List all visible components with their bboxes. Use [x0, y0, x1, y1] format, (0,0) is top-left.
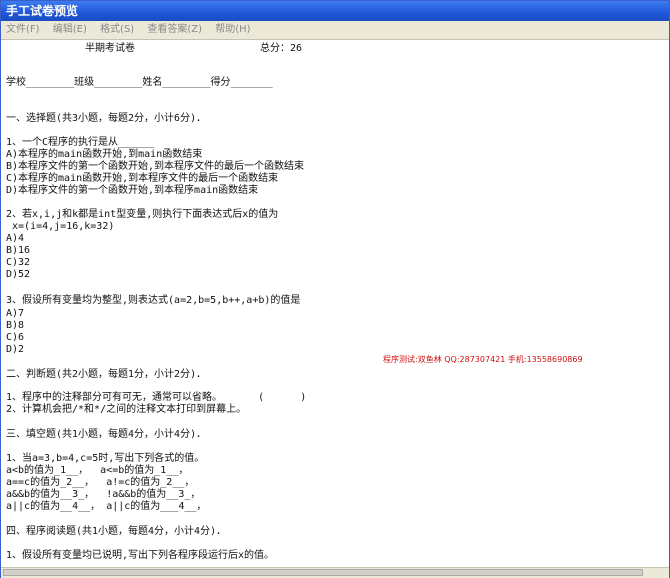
- question-line: 3、假设所有变量均为整型,则表达式(a=2,b=5,b++,a+b)的值是: [6, 295, 301, 306]
- paper-content: 半期考试卷 总分：26 学校________班级________姓名______…: [1, 40, 669, 567]
- option-line: C)6: [6, 332, 25, 343]
- answer-line: a<b的值为_1__， a<=b的值为_1__，: [6, 465, 189, 476]
- menu-file[interactable]: 文件(F): [1, 21, 45, 39]
- scrollbar-thumb[interactable]: [3, 569, 643, 576]
- question-line: 2、若x,i,j和k都是int型变量,则执行下面表达式后x的值为: [6, 209, 279, 220]
- question-line: 1、当a=3,b=4,c=5时,写出下列各式的值。: [6, 453, 205, 464]
- answer-line: a==c的值为_2__， a!=c的值为_2__，: [6, 477, 195, 488]
- question-line: 1、程序中的注释部分可有可无，通常可以省略。 ( ): [6, 392, 307, 403]
- section-heading: 一、选择题(共3小题，每题2分，小计6分)．: [6, 113, 207, 124]
- option-line: B)8: [6, 320, 25, 331]
- section-heading: 二、判断题(共2小题，每题1分，小计2分)．: [6, 369, 207, 380]
- paper-total: 总分：26: [260, 43, 303, 54]
- menu-bar: 文件(F) 编辑(E) 格式(S) 查看答案(Z) 帮助(H): [1, 21, 669, 40]
- option-line: C)32: [6, 257, 31, 268]
- answer-line: a&&b的值为__3_， !a&&b的值为__3_，: [6, 489, 201, 500]
- option-line: A)本程序的main函数开始,到main函数结束: [6, 149, 203, 160]
- option-line: B)16: [6, 245, 31, 256]
- question-line: x=(i=4,j=16,k=32): [6, 221, 115, 232]
- option-line: D)52: [6, 269, 31, 280]
- answer-line: a||c的值为__4__， a||c的值为___4__，: [6, 501, 207, 512]
- question-line: 2、计算机会把/*和*/之间的注释文本打印到屏幕上。: [6, 404, 247, 415]
- option-line: D)2: [6, 344, 25, 355]
- option-line: A)7: [6, 308, 25, 319]
- horizontal-scrollbar[interactable]: [1, 567, 669, 578]
- option-line: A)4: [6, 233, 25, 244]
- menu-view-answers[interactable]: 查看答案(Z): [142, 21, 207, 39]
- section-heading: 三、填空题(共1小题，每题4分，小计4分)．: [6, 429, 207, 440]
- tester-watermark: 程序测试:双鱼林 QQ:287307421 手机:13558690869: [383, 355, 583, 364]
- paper-title: 半期考试卷: [85, 43, 135, 54]
- question-line: 1、假设所有变量均已说明,写出下列各程序段运行后x的值。: [6, 550, 275, 561]
- window-title: 手工试卷预览: [6, 4, 79, 18]
- title-bar[interactable]: 手工试卷预览: [1, 1, 669, 21]
- section-heading: 四、程序阅读题(共1小题，每题4分，小计4分)．: [6, 526, 227, 537]
- menu-format[interactable]: 格式(S): [95, 21, 139, 39]
- option-line: D)本程序文件的第一个函数开始,到本程序main函数结束: [6, 185, 259, 196]
- option-line: C)本程序的main函数开始,到本程序文件的最后一个函数结束: [6, 173, 279, 184]
- option-line: B)本程序文件的第一个函数开始,到本程序文件的最后一个函数结束: [6, 161, 305, 172]
- menu-edit[interactable]: 编辑(E): [48, 21, 92, 39]
- paper-info-line: 学校________班级________姓名________得分_______: [6, 77, 273, 88]
- question-line: 1、一个C程序的执行是从______: [6, 137, 155, 148]
- preview-window: 手工试卷预览 文件(F) 编辑(E) 格式(S) 查看答案(Z) 帮助(H) 半…: [0, 0, 670, 578]
- menu-help[interactable]: 帮助(H): [210, 21, 255, 39]
